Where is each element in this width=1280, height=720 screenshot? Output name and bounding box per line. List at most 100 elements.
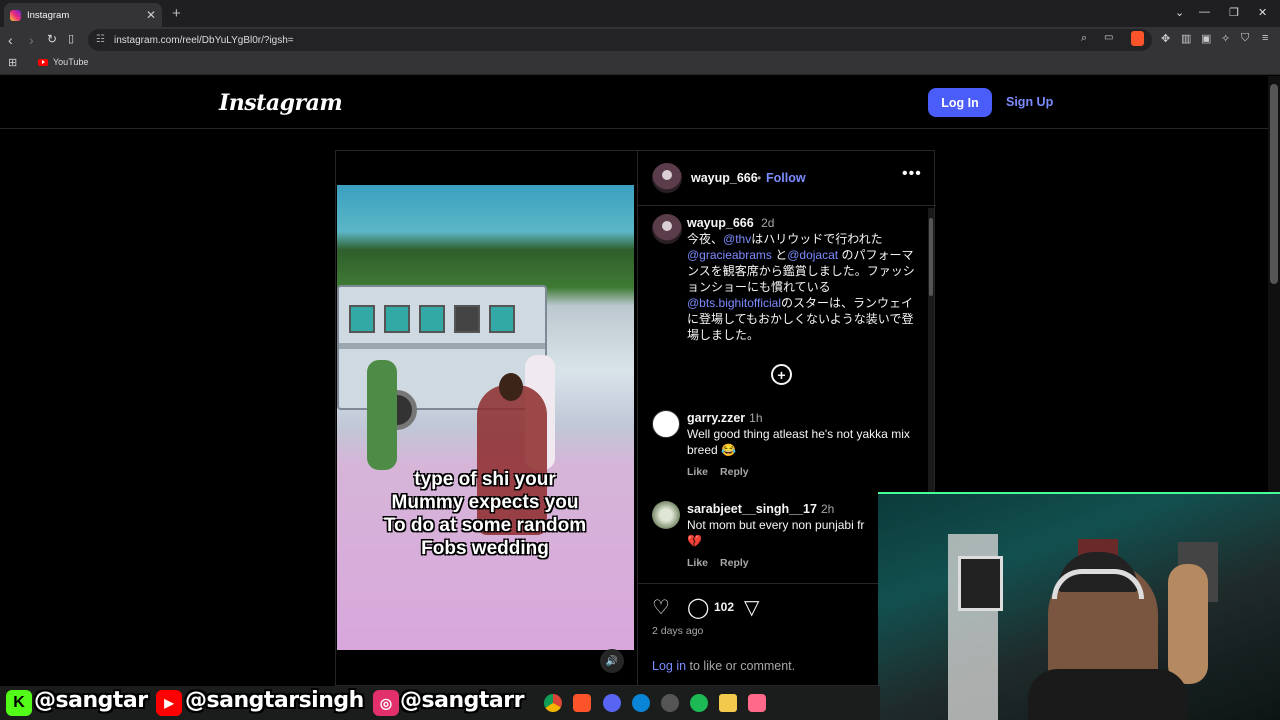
youtube-logo-icon: ▶ — [156, 690, 182, 716]
tab-close-icon[interactable]: ✕ — [146, 8, 156, 22]
new-tab-button[interactable]: + — [172, 5, 181, 22]
comment-count: 102 — [714, 600, 735, 614]
kick-handle: @sangtar — [34, 688, 148, 713]
sidebar-icon[interactable]: ▥ — [1181, 32, 1191, 45]
caption-author-avatar[interactable] — [652, 214, 682, 244]
login-prompt: Log in to like or comment. — [652, 659, 796, 673]
bookmark-youtube[interactable]: YouTube — [38, 57, 88, 67]
browser-toolbar: ‹ › ↻ ▯ ☷ instagram.com/reel/DbYuLYgBl0r… — [0, 27, 1280, 53]
url-text: instagram.com/reel/DbYuLYgBl0r/?igsh= — [114, 34, 294, 46]
volume-icon[interactable]: 🔊 — [600, 649, 624, 673]
bookmarks-bar: ⊞ YouTube — [0, 53, 1280, 75]
reload-icon[interactable]: ↻ — [47, 32, 57, 46]
chrome-taskbar-icon[interactable] — [544, 694, 562, 712]
reel-video[interactable]: type of shi your Mummy expects you To do… — [337, 185, 634, 650]
caption-timestamp: 2d — [761, 216, 775, 230]
comment-username[interactable]: sarabjeet__singh__17 — [687, 502, 817, 516]
comment-username[interactable]: garry.zzer — [687, 411, 745, 425]
caption-text: 今夜、@thvはハリウッドで行われた@gracieabrams と@dojaca… — [687, 232, 915, 342]
brave-taskbar-icon[interactable] — [573, 694, 591, 712]
obs-taskbar-icon[interactable] — [661, 694, 679, 712]
login-button[interactable]: Log In — [928, 88, 992, 117]
file-explorer-taskbar-icon[interactable] — [719, 694, 737, 712]
signup-link[interactable]: Sign Up — [1006, 95, 1053, 109]
video-caption: type of shi your Mummy expects you To do… — [349, 468, 621, 560]
close-window-button[interactable]: ✕ — [1258, 6, 1267, 19]
mention-link[interactable]: @bts.bighitofficial — [687, 296, 781, 310]
instagram-logo-icon: ◎ — [373, 690, 399, 716]
menu-icon[interactable]: ≡ — [1262, 32, 1268, 44]
video-caption-line: Fobs wedding — [421, 538, 549, 559]
load-more-comments-icon[interactable]: + — [771, 364, 792, 385]
video-caption-line: type of shi your — [414, 469, 556, 490]
comment-timestamp: 1h — [749, 411, 763, 425]
vpn-icon[interactable]: ⛉ — [1241, 32, 1249, 45]
headphones-icon — [1052, 569, 1144, 599]
comment-reply-button[interactable]: Reply — [720, 466, 749, 478]
webcam-overlay — [878, 492, 1280, 720]
spotify-taskbar-icon[interactable] — [690, 694, 708, 712]
back-icon[interactable]: ‹ — [8, 32, 13, 48]
instagram-favicon-icon — [10, 9, 21, 21]
apps-grid-icon[interactable]: ⊞ — [8, 56, 17, 69]
comments-scrollbar-thumb[interactable] — [929, 218, 933, 296]
cast-icon[interactable]: ▭ — [1104, 32, 1113, 43]
brave-shield-icon[interactable] — [1131, 31, 1144, 46]
edge-taskbar-icon[interactable] — [632, 694, 650, 712]
forward-icon[interactable]: › — [29, 32, 34, 48]
comment-reply-button[interactable]: Reply — [720, 557, 749, 569]
address-bar[interactable]: ☷ instagram.com/reel/DbYuLYgBl0r/?igsh= — [88, 29, 1152, 51]
share-icon[interactable]: ▽ — [744, 595, 759, 620]
leo-ai-icon[interactable]: ✧ — [1221, 32, 1230, 45]
instagram-header: Instagram Log In Sign Up — [0, 76, 1268, 129]
discord-taskbar-icon[interactable] — [603, 694, 621, 712]
comment-item: garry.zzer 1h Well good thing atleast he'… — [687, 410, 927, 480]
bookmark-icon[interactable]: ▯ — [68, 32, 74, 45]
site-settings-icon[interactable]: ☷ — [96, 34, 105, 45]
extensions-icon[interactable]: ✥ — [1161, 32, 1170, 45]
comment-avatar[interactable] — [652, 501, 680, 529]
zoom-icon[interactable]: ⌕ — [1081, 32, 1087, 45]
instagram-handle: @sangtarr — [400, 688, 524, 713]
post-caption: wayup_666 2d 今夜、@thvはハリウッドで行われた@gracieab… — [687, 215, 917, 343]
post-author-username[interactable]: wayup_666 — [691, 171, 758, 185]
comment-text: Well good thing atleast he's not yakka m… — [687, 427, 910, 457]
youtube-handle: @sangtarsingh — [185, 688, 364, 713]
separator-dot: • — [757, 171, 762, 185]
post-author-avatar[interactable] — [652, 163, 682, 193]
maximize-button[interactable]: ❐ — [1229, 6, 1239, 19]
video-dancer-head — [499, 373, 523, 401]
bookmark-youtube-label: YouTube — [53, 57, 89, 67]
video-caption-line: To do at some random — [383, 515, 587, 536]
more-options-icon[interactable]: ••• — [902, 165, 922, 183]
login-link[interactable]: Log in — [652, 659, 686, 673]
tab-title: Instagram — [27, 9, 70, 21]
page-scrollbar-thumb[interactable] — [1270, 84, 1278, 284]
comment-like-button[interactable]: Like — [687, 466, 708, 478]
tab-search-icon[interactable]: ⌄ — [1175, 6, 1184, 19]
video-person — [367, 360, 397, 470]
like-heart-icon[interactable]: ♡ — [652, 595, 670, 620]
follow-button[interactable]: Follow — [766, 171, 806, 185]
minimize-button[interactable]: — — [1199, 6, 1210, 18]
webcam-frame — [958, 556, 1003, 611]
reel-post: type of shi your Mummy expects you To do… — [335, 150, 936, 686]
comment-avatar[interactable] — [652, 410, 680, 438]
video-caption-line: Mummy expects you — [391, 492, 579, 513]
tab-bar: Instagram ✕ + ⌄ — ❐ ✕ — [0, 0, 1280, 27]
caption-author-username[interactable]: wayup_666 — [687, 216, 754, 230]
comment-icon[interactable]: ◯ — [687, 595, 709, 620]
mention-link[interactable]: @gracieabrams — [687, 248, 772, 262]
webcam-mannequin — [1168, 564, 1208, 684]
mention-link[interactable]: @thv — [723, 232, 751, 246]
kick-icon: K — [6, 690, 32, 716]
instagram-logo[interactable]: Instagram — [219, 90, 343, 116]
comment-timestamp: 2h — [820, 502, 835, 516]
mention-link[interactable]: @dojacat — [787, 248, 838, 262]
wallet-icon[interactable]: ▣ — [1201, 32, 1211, 45]
comment-like-button[interactable]: Like — [687, 557, 708, 569]
app-taskbar-icon[interactable] — [748, 694, 766, 712]
webcam-streamer-shirt — [1028, 669, 1188, 720]
tab-instagram[interactable]: Instagram ✕ — [4, 3, 162, 27]
posted-timestamp: 2 days ago — [652, 625, 704, 637]
